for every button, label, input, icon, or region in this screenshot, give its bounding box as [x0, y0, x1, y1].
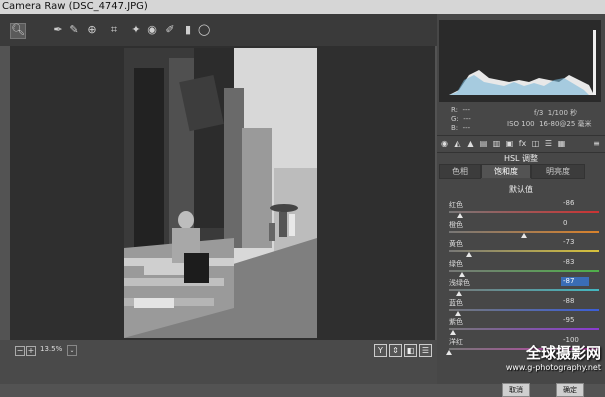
watermark: 全球摄影网 www.g-photography.net [506, 342, 601, 372]
slider-thumb[interactable] [455, 291, 462, 296]
detail-panel-icon[interactable]: ▲ [466, 139, 475, 148]
preview-footer-bar: − + 13.5% ⌄ Y ⇕ ◧ ☰ [0, 340, 437, 384]
slider-row: 蓝色 -88 [437, 297, 605, 316]
swap-settings-button[interactable]: ⇕ [389, 344, 402, 357]
slider-thumb[interactable] [466, 252, 473, 257]
histogram [439, 20, 601, 102]
slider-label: 蓝色 [449, 298, 463, 307]
slider-row: 紫色 -95 [437, 316, 605, 335]
panel-tab-icons: ◉ ◭ ▲ ▤ ▥ ▣ fx ◫ ☰ ▦ ≡ [437, 135, 605, 153]
iso: ISO 100 [507, 120, 535, 128]
slider-track[interactable] [449, 289, 599, 291]
slider-label: 浅绿色 [449, 279, 470, 287]
histogram-graph [449, 30, 596, 95]
red-eye-tool-icon[interactable]: ◉ [146, 24, 158, 36]
r-value: --- [462, 106, 471, 114]
slider-track[interactable] [449, 308, 599, 311]
before-after-toggle-button[interactable]: Y [374, 344, 387, 357]
adjustment-brush-tool-icon[interactable]: ✐ [164, 24, 176, 36]
slider-row: 黄色 -73 [437, 238, 605, 257]
white-balance-tool-icon[interactable]: ✒ [52, 24, 64, 36]
slider-row: 橙色 0 [437, 219, 605, 238]
hsl-panel-icon[interactable]: ▤ [479, 139, 488, 148]
b-label: B: [451, 124, 459, 132]
radial-filter-tool-icon[interactable]: ◯ [198, 24, 210, 36]
snapshots-panel-icon[interactable]: ▦ [557, 139, 566, 148]
slider-track[interactable] [449, 328, 599, 330]
ok-button[interactable]: 确定 [556, 383, 584, 397]
color-sampler-tool-icon[interactable]: ✎ [68, 24, 80, 36]
shutter: 1/100 秒 [547, 109, 578, 117]
cancel-button[interactable]: 取消 [502, 383, 530, 397]
slider-value-field[interactable]: -86 [561, 199, 589, 208]
watermark-title: 全球摄影网 [525, 344, 601, 362]
zoom-out-button[interactable]: − [15, 346, 25, 356]
watermark-url: www.g-photography.net [505, 363, 601, 372]
adjustment-panel: R: --- G: --- B: --- f/3 1/100 秒 ISO 100… [437, 14, 605, 397]
slider-value-field[interactable]: -83 [561, 258, 589, 267]
slider-thumb[interactable] [446, 349, 452, 355]
slider-value-field[interactable]: -95 [561, 316, 589, 325]
g-value: --- [463, 115, 471, 123]
toggle-default-button[interactable]: ☰ [419, 344, 432, 357]
slider-thumb[interactable] [449, 330, 456, 335]
copy-settings-button[interactable]: ◧ [404, 344, 417, 357]
slider-label: 橙色 [449, 220, 463, 229]
slider-label: 紫色 [449, 318, 463, 326]
basic-panel-icon[interactable]: ◉ [440, 139, 449, 148]
slider-thumb[interactable] [455, 310, 461, 316]
panel-menu-icon[interactable]: ≡ [592, 139, 601, 148]
slider-label: 洋红 [449, 337, 463, 346]
graduated-filter-tool-icon[interactable]: ▮ [182, 24, 194, 36]
tab-saturation[interactable]: 饱和度 [481, 164, 531, 178]
hsl-tabs: 色相 饱和度 明亮度 [439, 164, 603, 179]
aperture: f/3 [534, 109, 544, 117]
slider-row: 红色 -86 [437, 199, 605, 218]
zoom-tool-icon[interactable]: 🔍︎ [10, 23, 26, 39]
effects-panel-icon[interactable]: fx [518, 139, 527, 148]
presets-panel-icon[interactable]: ☰ [544, 139, 553, 148]
slider-row: 浅绿色 -87 [437, 277, 605, 296]
slider-track[interactable] [449, 211, 599, 213]
tab-hue[interactable]: 色相 [439, 164, 481, 179]
window-title-bar: Camera Raw (DSC_4747.JPG) [0, 0, 605, 14]
targeted-adjustment-tool-icon[interactable]: ⊕ [86, 24, 98, 36]
default-button[interactable]: 默认值 [437, 184, 605, 195]
b-value: --- [462, 124, 471, 132]
street-photo-image [124, 48, 317, 338]
slider-value-field[interactable]: -73 [561, 238, 589, 247]
slider-label: 红色 [449, 201, 463, 209]
lens-corrections-panel-icon[interactable]: ▣ [505, 139, 514, 148]
slider-thumb[interactable] [521, 232, 527, 238]
slider-value-field[interactable]: -87 [561, 277, 589, 286]
slider-label: 黄色 [449, 240, 463, 248]
window-title: Camera Raw (DSC_4747.JPG) [2, 1, 148, 12]
slider-thumb[interactable] [456, 213, 463, 218]
preview-photo [124, 48, 317, 338]
zoom-dropdown[interactable]: ⌄ [67, 345, 77, 356]
zoom-in-button[interactable]: + [26, 346, 36, 356]
tab-luminance[interactable]: 明亮度 [531, 164, 585, 179]
crop-tool-icon[interactable]: ⌗ [108, 24, 120, 36]
spot-removal-tool-icon[interactable]: ✦ [130, 24, 142, 36]
slider-value-field[interactable]: -88 [561, 297, 589, 306]
split-toning-panel-icon[interactable]: ▥ [492, 139, 501, 148]
pixel-readout: R: --- G: --- B: --- f/3 1/100 秒 ISO 100… [437, 104, 605, 134]
camera-calibration-panel-icon[interactable]: ◫ [531, 139, 540, 148]
slider-track[interactable] [449, 269, 599, 272]
r-label: R: [451, 106, 459, 114]
zoom-level: 13.5% [40, 345, 63, 353]
lens: 16-80@25 毫米 [539, 120, 592, 128]
slider-value-field[interactable]: 0 [561, 219, 589, 228]
slider-row: 绿色 -83 [437, 258, 605, 277]
slider-thumb[interactable] [458, 271, 465, 277]
slider-label: 绿色 [449, 259, 463, 268]
tone-curve-panel-icon[interactable]: ◭ [453, 139, 462, 148]
g-label: G: [451, 115, 459, 123]
